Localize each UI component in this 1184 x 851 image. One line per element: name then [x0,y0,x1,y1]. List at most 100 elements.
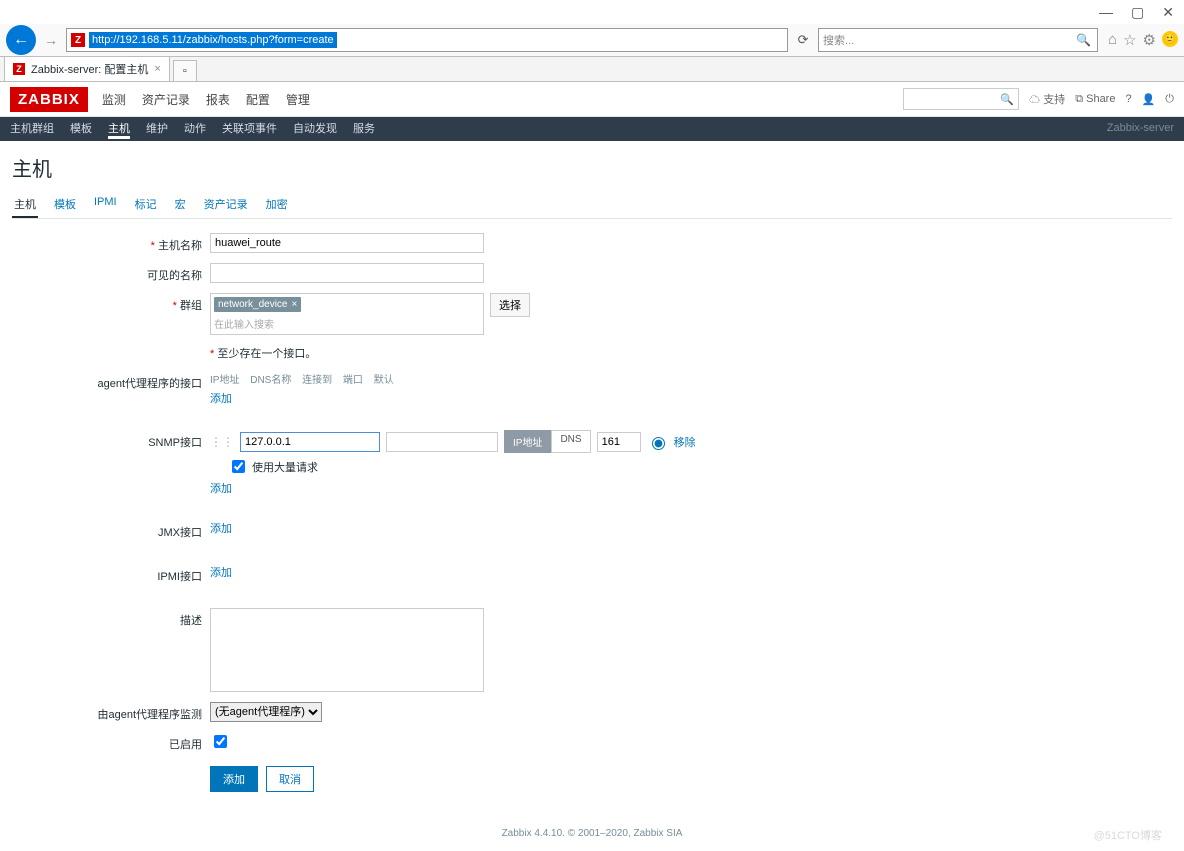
url-box[interactable]: Z http://192.168.5.11/zabbix/hosts.php?f… [66,28,788,52]
visible-name-input[interactable] [210,263,484,283]
ftab-inventory[interactable]: 资产记录 [202,192,250,218]
browser-tab[interactable]: Z Zabbix-server: 配置主机 × [4,56,170,81]
submenu-discovery[interactable]: 自动发现 [293,120,337,139]
submenu-hostgroups[interactable]: 主机群组 [10,120,54,139]
submenu-correlation[interactable]: 关联项事件 [222,120,277,139]
new-tab-button[interactable]: ▫ [173,60,197,81]
label-snmp-if: SNMP接口 [12,430,210,450]
bulk-checkbox[interactable] [232,460,245,473]
select-groups-button[interactable]: 选择 [490,293,530,317]
add-ipmi-if[interactable]: 添加 [210,564,232,580]
site-icon: Z [71,33,85,47]
close-icon[interactable]: ✕ [1162,4,1174,21]
label-enabled: 已启用 [12,732,210,752]
search-icon: 🔍 [1076,33,1091,47]
tab-close-icon[interactable]: × [154,63,160,75]
label-proxy: 由agent代理程序监测 [12,702,210,722]
cancel-button[interactable]: 取消 [266,766,314,792]
forward-button[interactable]: → [40,29,62,51]
share-link[interactable]: ⧉ Share [1075,93,1115,106]
maximize-icon[interactable]: ▢ [1131,4,1144,21]
browser-tabs: Z Zabbix-server: 配置主机 × ▫ [0,57,1184,82]
browser-search[interactable]: 搜索... 🔍 [818,28,1098,52]
host-form: 主机名称 可见的名称 群组 network_device× 在此输入搜索 选择 … [12,233,1172,792]
label-groups: 群组 [12,293,210,313]
page-title: 主机 [12,153,1172,182]
bulk-request-row: 使用大量请求 [228,457,696,476]
favorites-icon[interactable]: ☆ [1123,31,1136,49]
groups-placeholder: 在此输入搜索 [214,316,480,331]
groups-input[interactable]: network_device× 在此输入搜索 [210,293,484,335]
support-link[interactable]: ☁ 支持 [1029,91,1065,107]
sub-menu: 主机群组 模板 主机 维护 动作 关联项事件 自动发现 服务 Zabbix-se… [0,117,1184,141]
back-button[interactable]: ← [6,25,36,55]
add-button[interactable]: 添加 [210,766,258,792]
snmp-dns-input[interactable] [386,432,498,452]
watermark: @51CTO博客 [12,827,1172,843]
gear-icon[interactable]: ⚙ [1143,31,1156,49]
menu-reports[interactable]: 报表 [206,91,230,108]
ftab-ipmi[interactable]: IPMI [92,192,119,218]
label-ipmi-if: IPMI接口 [12,564,210,584]
submenu-services[interactable]: 服务 [353,120,375,139]
group-tag[interactable]: network_device× [214,297,301,312]
snmp-interface-row: ⋮⋮ IP地址 DNS 移除 [210,430,696,453]
description-input[interactable] [210,608,484,692]
seg-dns[interactable]: DNS [551,430,590,453]
help-icon[interactable]: ? [1125,93,1131,105]
ftab-host[interactable]: 主机 [12,192,38,218]
remove-tag-icon[interactable]: × [291,299,297,310]
url-text: http://192.168.5.11/zabbix/hosts.php?for… [89,32,337,48]
proxy-select[interactable]: (无agent代理程序) [210,702,322,722]
app-search[interactable]: 🔍 [903,88,1019,110]
agent-if-headers: IP地址 DNS名称 连接到 端口 默认 [210,371,394,386]
snmp-default-radio[interactable] [652,437,665,450]
drag-handle-icon[interactable]: ⋮⋮ [210,435,234,449]
app-header: ZABBIX 监测 资产记录 报表 配置 管理 🔍 ☁ 支持 ⧉ Share ?… [0,82,1184,117]
smiley-icon[interactable]: 🙂 [1162,31,1178,47]
interface-required-hint: * 至少存在一个接口。 [210,345,316,361]
label-agent-if: agent代理程序的接口 [12,371,210,391]
label-jmx-if: JMX接口 [12,520,210,540]
main-menu: 监测 资产记录 报表 配置 管理 [102,91,310,108]
snmp-port-input[interactable] [597,432,641,452]
bulk-label: 使用大量请求 [252,459,318,475]
menu-monitoring[interactable]: 监测 [102,91,126,108]
toolbar-icons: ⌂ ☆ ⚙ 🙂 [1108,31,1178,49]
add-snmp-if[interactable]: 添加 [210,480,696,496]
submenu-hosts[interactable]: 主机 [108,120,130,139]
label-visible-name: 可见的名称 [12,263,210,283]
refresh-button[interactable]: ⟳ [792,32,814,48]
power-icon[interactable]: ⏻ [1165,93,1174,106]
submenu-maintenance[interactable]: 维护 [146,120,168,139]
ftab-tags[interactable]: 标记 [133,192,159,218]
menu-inventory[interactable]: 资产记录 [142,91,190,108]
zabbix-logo[interactable]: ZABBIX [10,87,88,112]
menu-config[interactable]: 配置 [246,91,270,108]
add-agent-if[interactable]: 添加 [210,390,394,406]
window-titlebar: — ▢ ✕ [0,0,1184,24]
label-description: 描述 [12,608,210,628]
submenu-server: Zabbix-server [1107,122,1174,137]
minimize-icon[interactable]: — [1099,4,1113,20]
search-placeholder: 搜索... [823,32,854,48]
snmp-ip-input[interactable] [240,432,380,452]
connect-to-toggle: IP地址 DNS [504,430,591,453]
remove-snmp-if[interactable]: 移除 [674,434,696,450]
form-tabs: 主机 模板 IPMI 标记 宏 资产记录 加密 [12,192,1172,219]
ftab-macros[interactable]: 宏 [173,192,188,218]
menu-admin[interactable]: 管理 [286,91,310,108]
browser-toolbar: ← → Z http://192.168.5.11/zabbix/hosts.p… [0,24,1184,57]
add-jmx-if[interactable]: 添加 [210,520,232,536]
submenu-actions[interactable]: 动作 [184,120,206,139]
label-host-name: 主机名称 [12,233,210,253]
ftab-templates[interactable]: 模板 [52,192,78,218]
seg-ip[interactable]: IP地址 [504,430,551,453]
host-name-input[interactable] [210,233,484,253]
submenu-templates[interactable]: 模板 [70,120,92,139]
user-icon[interactable]: 👤 [1142,93,1156,106]
enabled-checkbox[interactable] [214,735,227,748]
home-icon[interactable]: ⌂ [1108,31,1117,49]
ftab-encryption[interactable]: 加密 [264,192,290,218]
tab-title: Zabbix-server: 配置主机 [31,61,148,77]
